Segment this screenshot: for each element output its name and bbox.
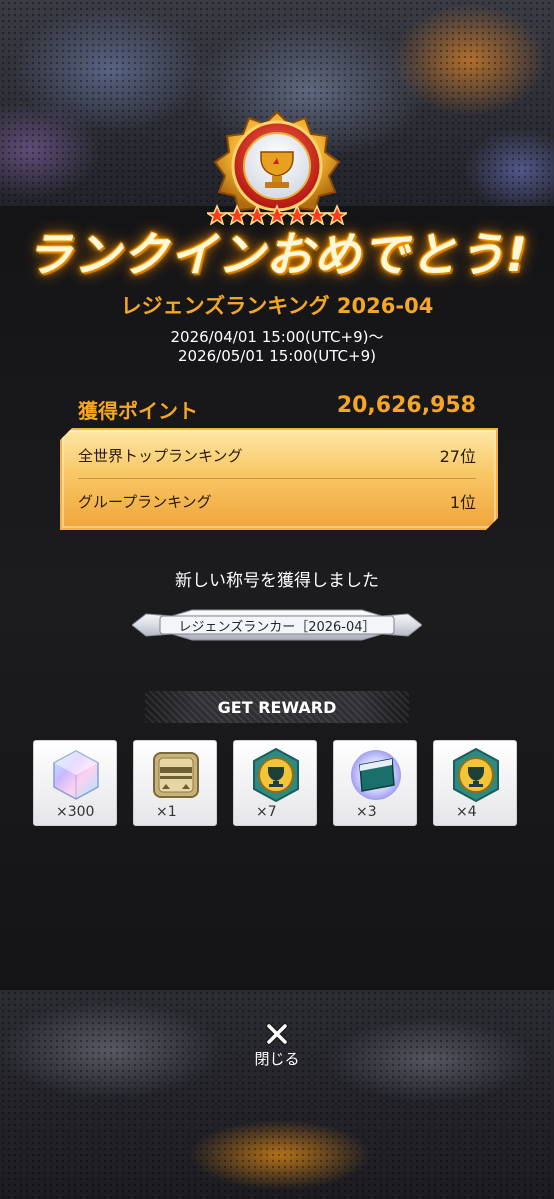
card-pack-icon [351,750,401,800]
points-label: 獲得ポイント [78,399,198,423]
reward-list: ×300 ×1 ×7 ×3 ×4 [33,740,523,828]
ranking-label: グループランキング [78,492,212,511]
new-title-message: 新しい称号を獲得しました [175,571,379,591]
ranking-box: 全世界トップランキング 27位 グループランキング 1位 [60,428,498,530]
reward-qty: ×7 [256,804,277,820]
ranking-value: 27位 [439,447,476,466]
close-button[interactable]: 閉じる [243,1018,311,1074]
trophy-medal-icon [253,747,299,803]
reward-header: GET REWARD [145,691,409,723]
reward-item[interactable]: ×300 [33,740,117,826]
reward-item[interactable]: ×1 [133,740,217,826]
period-start: 2026/04/01 15:00(UTC+9)～ [170,328,384,346]
event-period: 2026/04/01 15:00(UTC+9)～ 2026/05/01 15:0… [0,328,554,366]
reward-item[interactable]: ×7 [233,740,317,826]
ranking-value: 1位 [449,493,476,512]
ranking-row-global: 全世界トップランキング 27位 [78,432,476,479]
rainbow-crystal-icon [53,750,99,800]
reward-qty: ×3 [356,804,377,820]
close-icon [266,1023,288,1045]
period-end: 2026/05/01 15:00(UTC+9) [177,347,376,365]
points-value: 20,626,958 [336,393,476,418]
congratulations-title: ランクインおめでとう! [25,228,529,283]
gold-ticket-icon [153,752,199,798]
ranking-row-group: グループランキング 1位 [78,478,476,524]
reward-qty: ×1 [156,804,177,820]
ranking-result-screen: ランクインおめでとう! レジェンズランキング 2026-04 2026/04/0… [0,0,554,1199]
rank-emblem-icon [207,110,347,225]
event-title: レジェンズランキング 2026-04 [120,294,434,318]
result-panel [0,206,554,992]
close-label: 閉じる [254,1050,300,1068]
reward-item[interactable]: ×3 [333,740,417,826]
reward-qty: ×300 [56,804,95,820]
title-plate: レジェンズランカー［2026-04］ [131,608,423,642]
ranking-label: 全世界トップランキング [78,446,243,465]
reward-item[interactable]: ×4 [433,740,517,826]
trophy-medal-icon [453,747,499,803]
reward-qty: ×4 [456,804,477,820]
title-name: レジェンズランカー［2026-04］ [178,619,376,635]
